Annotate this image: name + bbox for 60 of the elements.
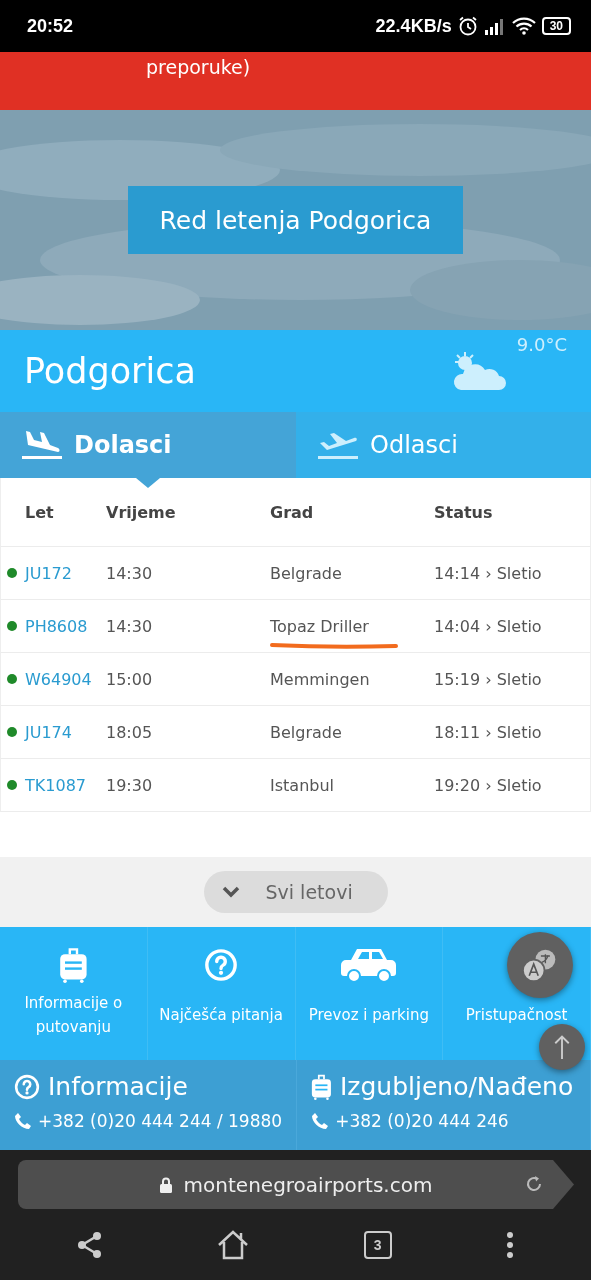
phone-number: +382 (0)20 444 244 / 19880: [38, 1111, 283, 1131]
alarm-icon: [457, 16, 478, 36]
question-icon: [204, 948, 239, 982]
status-cell-text: 18:11 › Sletio: [434, 722, 543, 742]
flight-link[interactable]: JU174: [25, 722, 106, 742]
status-dot-icon: [7, 727, 17, 737]
question-icon: [14, 1073, 40, 1100]
status-dot-icon: [7, 568, 17, 578]
city-cell: Belgrade: [270, 563, 342, 583]
network-speed: 22.4KB/s: [375, 15, 452, 37]
clock: 20:52: [27, 15, 74, 37]
flight-link[interactable]: JU172: [25, 563, 106, 583]
tab[interactable]: Dolasci: [0, 412, 296, 478]
status-dot-icon: [7, 674, 17, 684]
column-header: Vrijeme: [106, 502, 177, 522]
chevron-down-icon: [221, 886, 240, 898]
status-cell-text: 19:20 › Sletio: [434, 775, 543, 795]
city-cell: Belgrade: [270, 722, 342, 742]
city-name: Podgorica: [24, 351, 196, 391]
flight-link[interactable]: PH8608: [25, 616, 106, 636]
luggage-icon: [58, 947, 88, 983]
status-cell-text: 14:14 › Sletio: [434, 563, 543, 583]
city-cell: Istanbul: [270, 775, 334, 795]
column-header: Let: [25, 502, 55, 522]
status-dot-icon: [7, 621, 17, 631]
tab-pointer-icon: [136, 478, 160, 488]
status-dot-icon: [7, 780, 17, 790]
contact-title: Informacije: [48, 1072, 188, 1101]
lock-icon: [159, 1176, 172, 1193]
flight-link[interactable]: TK1087: [25, 775, 106, 795]
contact-title: Izgubljeno/Nađeno: [339, 1072, 574, 1101]
time-cell-text: 19:30: [106, 775, 154, 795]
alert-text: preporuke): [146, 56, 251, 78]
phone-icon: [311, 1112, 330, 1130]
temperature: 9.0°C: [516, 334, 567, 355]
quick-link[interactable]: Prevoz i parking: [295, 927, 444, 1060]
arrow-up-icon: [553, 1033, 571, 1061]
time-cell-text: 15:00: [106, 669, 154, 689]
schedule-button[interactable]: Red letenja Podgorica: [127, 186, 464, 254]
time-cell-text: 14:30: [106, 563, 154, 583]
wifi-icon: [511, 17, 536, 35]
time-cell-text: 18:05: [106, 722, 154, 742]
luggage-icon: [311, 1073, 332, 1100]
all-flights-button[interactable]: Svi letovi: [203, 871, 388, 913]
plane-landing-icon: [22, 429, 62, 461]
time-cell-text: 14:30: [106, 616, 154, 636]
battery-level: 30: [541, 17, 571, 35]
column-header: Status: [434, 502, 494, 522]
status-cell-text: 14:04 › Sletio: [434, 616, 543, 636]
car-icon: [340, 946, 397, 984]
flight-link[interactable]: W64904: [25, 669, 106, 689]
city-cell: Memmingen: [270, 669, 370, 689]
reload-icon[interactable]: [524, 1174, 544, 1194]
phone-number: +382 (0)20 444 246: [335, 1111, 509, 1131]
status-cell-text: 15:19 › Sletio: [434, 669, 543, 689]
column-header: Grad: [270, 502, 315, 522]
phone-icon: [14, 1112, 32, 1130]
signal-icon: [483, 17, 506, 35]
city-cell: Topaz Driller: [270, 616, 369, 636]
tab[interactable]: Odlasci: [296, 412, 591, 478]
